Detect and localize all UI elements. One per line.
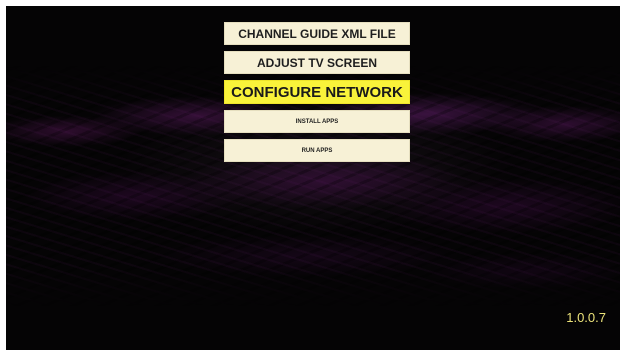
tv-screen: CHANNEL GUIDE XML FILE ADJUST TV SCREEN … xyxy=(6,6,620,350)
menu-item-configure-network[interactable]: CONFIGURE NETWORK xyxy=(224,80,410,104)
version-label: 1.0.0.7 xyxy=(566,310,606,325)
menu-item-run-apps[interactable]: RUN APPS xyxy=(224,139,410,162)
menu-item-adjust-tv-screen[interactable]: ADJUST TV SCREEN xyxy=(224,51,410,74)
menu-item-channel-guide[interactable]: CHANNEL GUIDE XML FILE xyxy=(224,22,410,45)
menu-item-install-apps[interactable]: INSTALL APPS xyxy=(224,110,410,133)
main-menu: CHANNEL GUIDE XML FILE ADJUST TV SCREEN … xyxy=(224,22,410,168)
